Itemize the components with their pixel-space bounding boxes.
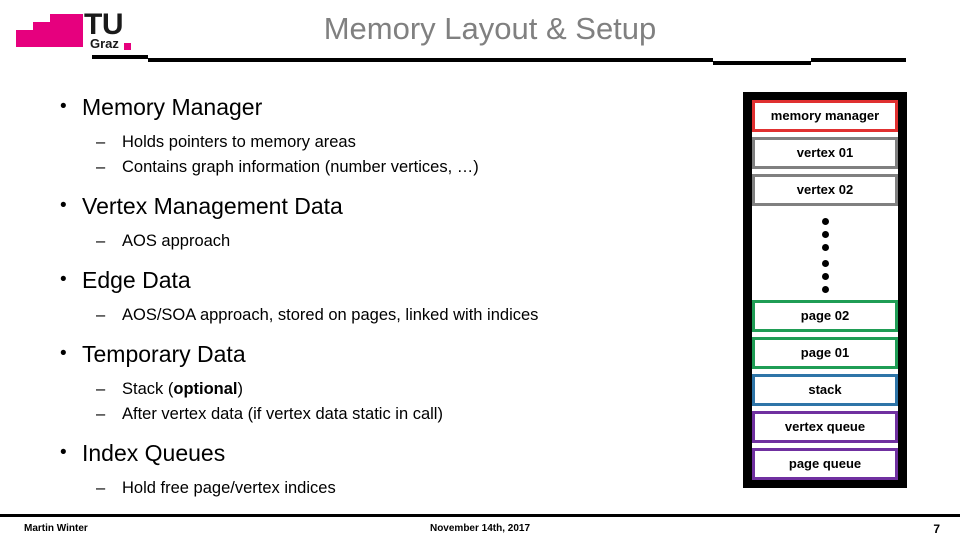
- dash-glyph: –: [96, 232, 106, 250]
- subbullet-contains-graph-info: – Contains graph information (number ver…: [48, 155, 713, 180]
- bullet-index-queues: • Index Queues: [48, 438, 713, 468]
- footer-page-number: 7: [933, 522, 940, 536]
- header-rule-segment-2: [148, 58, 713, 62]
- subbullet-label: AOS approach: [122, 232, 231, 250]
- header-rule-segment-3: [713, 61, 811, 65]
- logo-text-graz: Graz: [90, 36, 119, 51]
- vertical-ellipsis-icon-2: [752, 260, 898, 299]
- memory-box-vertex-01: vertex 01: [752, 137, 898, 169]
- bullet-label: Memory Manager: [82, 94, 263, 120]
- bullet-glyph: •: [60, 195, 67, 216]
- ellipsis-dot: [821, 286, 829, 293]
- header-rule-segment-1: [92, 55, 148, 59]
- subbullet-stack-optional: – Stack (optional): [48, 377, 713, 402]
- ellipsis-dot: [821, 273, 829, 280]
- bullet-label: Temporary Data: [82, 341, 246, 367]
- memory-layout-diagram: memory manager vertex 01 vertex 02 page 02 p…: [743, 92, 907, 488]
- logo-block-4: [50, 14, 66, 30]
- ellipsis-dot: [821, 231, 829, 238]
- subbullet-label-suffix: ): [237, 380, 244, 398]
- bullet-label: Vertex Management Data: [82, 193, 343, 219]
- bullet-label: Index Queues: [82, 440, 226, 466]
- logo-block-3: [50, 30, 66, 47]
- logo-block-1: [16, 30, 33, 47]
- footer-date: November 14th, 2017: [429, 523, 531, 534]
- slide-body: • Memory Manager – Holds pointers to mem…: [48, 92, 713, 501]
- memory-box-page-queue: page queue: [752, 448, 898, 480]
- logo-block-2: [33, 22, 50, 47]
- memory-box-page-01: page 01: [752, 337, 898, 369]
- logo-square-accent: [124, 43, 131, 50]
- subbullet-label: After vertex data (if vertex data static…: [122, 405, 443, 423]
- dash-glyph: –: [96, 306, 106, 324]
- subbullet-after-vertex-data: – After vertex data (if vertex data stat…: [48, 402, 713, 427]
- subbullet-label-emphasis: optional: [173, 380, 238, 398]
- bullet-glyph: •: [60, 269, 67, 290]
- logo-block-6: [66, 36, 83, 47]
- memory-box-stack: stack: [752, 374, 898, 406]
- bullet-memory-manager: • Memory Manager: [48, 92, 713, 122]
- slide-header: TU Graz Memory Layout & Setup: [0, 0, 960, 66]
- bullet-glyph: •: [60, 343, 67, 364]
- dash-glyph: –: [96, 405, 106, 423]
- subbullet-label: Holds pointers to memory areas: [122, 133, 356, 151]
- bullet-edge-data: • Edge Data: [48, 265, 713, 295]
- bullet-glyph: •: [60, 96, 67, 117]
- ellipsis-dot: [821, 218, 829, 225]
- subbullet-aos-soa-approach: – AOS/SOA approach, stored on pages, lin…: [48, 303, 713, 328]
- subbullet-label: AOS/SOA approach, stored on pages, linke…: [122, 306, 539, 324]
- slide-footer: Martin Winter November 14th, 2017 7: [0, 520, 960, 540]
- subbullet-label-prefix: Stack (: [122, 380, 174, 398]
- vertical-ellipsis-icon-1: [752, 218, 898, 257]
- dash-glyph: –: [96, 158, 106, 176]
- memory-box-vertex-02: vertex 02: [752, 174, 898, 206]
- bullet-label: Edge Data: [82, 267, 191, 293]
- memory-box-page-02: page 02: [752, 300, 898, 332]
- subbullet-holds-pointers: – Holds pointers to memory areas: [48, 130, 713, 155]
- dash-glyph: –: [96, 479, 106, 497]
- subbullet-label: Contains graph information (number verti…: [122, 158, 479, 176]
- header-rule-segment-4: [811, 58, 906, 62]
- memory-box-memory-manager: memory manager: [752, 100, 898, 132]
- ellipsis-dot: [821, 260, 829, 267]
- subbullet-hold-free-indices: – Hold free page/vertex indices: [48, 476, 713, 501]
- bullet-temporary-data: • Temporary Data: [48, 339, 713, 369]
- subbullet-aos-approach: – AOS approach: [48, 229, 713, 254]
- memory-layout-inner: memory manager vertex 01 vertex 02 page 02 p…: [752, 100, 898, 480]
- bullet-vertex-management-data: • Vertex Management Data: [48, 191, 713, 221]
- ellipsis-dot: [821, 244, 829, 251]
- memory-box-vertex-queue: vertex queue: [752, 411, 898, 443]
- subbullet-label: Hold free page/vertex indices: [122, 479, 336, 497]
- footer-divider: [0, 514, 960, 517]
- dash-glyph: –: [96, 380, 106, 398]
- dash-glyph: –: [96, 133, 106, 151]
- bullet-glyph: •: [60, 442, 67, 463]
- tu-graz-logo: TU Graz: [14, 10, 134, 56]
- slide-title: Memory Layout & Setup: [323, 11, 657, 46]
